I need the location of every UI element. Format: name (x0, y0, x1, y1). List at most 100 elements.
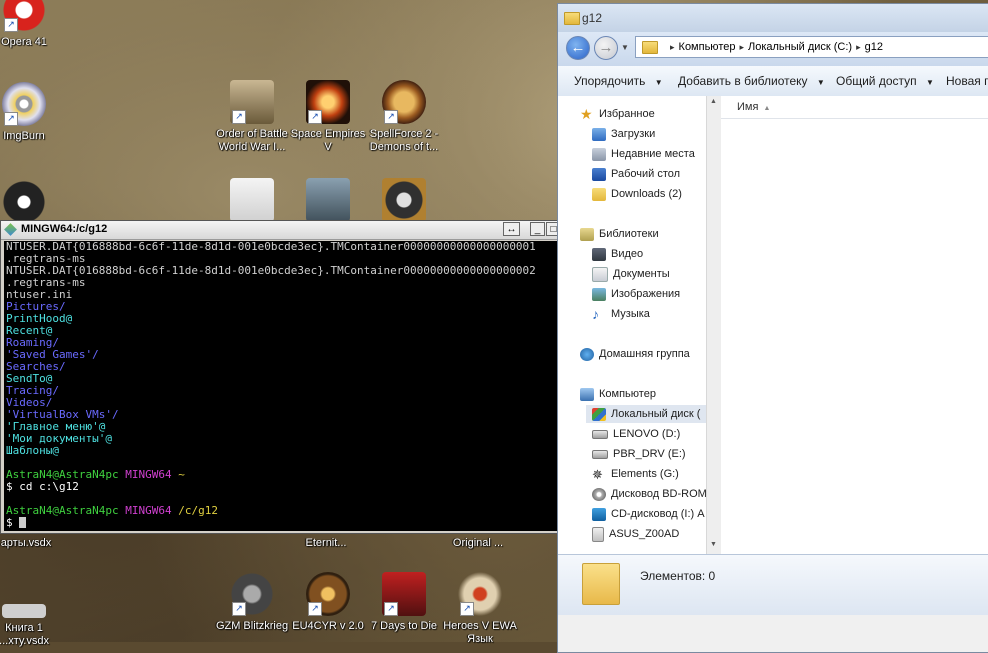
terminal-line: PrintHood@ (4, 313, 566, 325)
terminal-text: /c/g12 (178, 504, 218, 517)
nav-item-label: Музыка (611, 308, 650, 320)
nav-item-label: Недавние места (611, 148, 695, 160)
forward-button[interactable]: → (594, 36, 618, 60)
address-bar[interactable]: ▸ Компьютер ▸ Локальный диск (C:) ▸ g12 (635, 36, 988, 58)
nav-item-drive-d[interactable]: LENOVO (D:) (592, 425, 680, 443)
terminal-output[interactable]: NTUSER.DAT{016888bd-6c6f-11de-8d1d-001e0… (4, 241, 566, 531)
nav-pane-scrollbar[interactable]: ▲ ▼ (706, 96, 722, 554)
breadcrumb-computer[interactable]: Компьютер (679, 41, 736, 53)
windows-drive-icon (592, 407, 606, 421)
desktop-icon-vsdx[interactable]: арты.vsdx (0, 537, 64, 550)
obs-icon (2, 180, 46, 224)
desktop-icon-skull[interactable] (366, 178, 442, 226)
nav-item-drive-e[interactable]: PBR_DRV (E:) (592, 445, 686, 463)
terminal-line: NTUSER.DAT{016888bd-6c6f-11de-8d1d-001e0… (4, 241, 566, 253)
desktop-icon-spellforce[interactable]: ↗ SpellForce 2 - Demons of t... (366, 80, 442, 154)
minimize-button[interactable]: _ (530, 222, 545, 236)
organize-label: Упорядочить (574, 74, 646, 88)
command-bar: Упорядочить ▼ Добавить в библиотеку ▼ Об… (558, 66, 988, 97)
terminal-prompt: AstraN4@AstraN4pc MINGW64 /c/g12 (4, 505, 566, 517)
phone-icon (592, 526, 604, 542)
desktop-icon-kniga[interactable]: Книга 1 ...xту.vsdx (0, 604, 62, 648)
nav-item-label: Загрузки (611, 128, 656, 140)
desktop-icon-eternit[interactable]: Eternit... (288, 537, 364, 550)
nav-item-documents[interactable]: Документы (592, 265, 670, 283)
desktop-icon-order-of-battle[interactable]: ↗ Order of Battle World War I... (214, 80, 290, 154)
libraries-label: Библиотеки (599, 228, 659, 240)
opera-icon: ↗ (2, 0, 46, 32)
resize-icon[interactable]: ↔ (503, 222, 520, 236)
nav-item-drive-c[interactable]: Локальный диск ( (586, 405, 706, 423)
recent-places-icon (592, 147, 606, 161)
nav-item-label: LENOVO (D:) (613, 428, 681, 440)
hard-drive-icon (592, 429, 608, 439)
dropdown-arrow-icon: ▼ (925, 78, 934, 87)
nav-item-label: Рабочий стол (611, 168, 681, 180)
navigation-pane[interactable]: ★ Избранное Загрузки Недавние места Рабоч… (558, 96, 707, 554)
new-folder-button[interactable]: Новая па (946, 74, 988, 88)
nav-item-cd-drive[interactable]: CD-дисковод (I:) A (592, 505, 705, 523)
nav-item-recent-places[interactable]: Недавние места (592, 145, 695, 163)
desktop-icon-label: Original ... (452, 537, 504, 549)
computer-header[interactable]: Компьютер (580, 385, 656, 403)
desktop-icon-original[interactable]: Original ... (440, 537, 516, 550)
terminal-cursor (19, 517, 27, 528)
downloads-folder-icon (592, 127, 606, 141)
breadcrumb-g12[interactable]: g12 (865, 41, 883, 53)
desktop-icon (592, 167, 606, 181)
explorer-window[interactable]: g12 ← → ▼ ▸ Компьютер ▸ Локальный диск (C:)… (557, 3, 988, 653)
nav-item-label: Документы (613, 268, 670, 280)
desktop-icon-imgburn[interactable]: ↗ ImgBurn (0, 82, 62, 143)
disc-icon: ↗ (2, 82, 46, 126)
back-button[interactable]: ← (566, 36, 590, 60)
column-name-label: Имя (737, 101, 759, 113)
nav-item-asus[interactable]: ASUS_Z00AD (592, 525, 679, 543)
desktop-icon-gzm[interactable]: ↗ GZM Blitzkrieg (214, 572, 290, 633)
terminal-text: MINGW64 (125, 504, 172, 517)
nav-item-video[interactable]: Видео (592, 245, 643, 263)
terminal-text: $ (6, 516, 20, 529)
desktop-icon-label: EU4CYR v 2.0 (292, 620, 364, 632)
game-icon: ↗ (382, 80, 426, 124)
file-list[interactable]: Имя ▲ (721, 96, 988, 554)
organize-menu[interactable]: Упорядочить ▼ (574, 74, 663, 88)
nav-item-bd-rom[interactable]: Дисковод BD-ROM (592, 485, 706, 503)
nav-item-drive-g[interactable]: ✵ Elements (G:) (592, 465, 679, 483)
desktop-icon-cards[interactable] (214, 178, 290, 226)
share-menu[interactable]: Общий доступ ▼ (836, 74, 934, 88)
scroll-down-icon[interactable]: ▼ (710, 541, 717, 548)
libraries-header[interactable]: Библиотеки (580, 225, 659, 243)
column-header-name[interactable]: Имя ▲ (721, 96, 988, 119)
favorites-header[interactable]: ★ Избранное (580, 105, 655, 123)
game-icon: ↗ (458, 572, 502, 616)
history-dropdown-icon[interactable]: ▼ (621, 43, 629, 52)
desktop-icon-label: ImgBurn (3, 130, 45, 142)
terminal-window[interactable]: MINGW64:/c/g12 ↔ _ □ ✕ NTUSER.DAT{016888… (0, 220, 584, 534)
desktop-icon-dwarf[interactable] (290, 178, 366, 226)
mingw-icon (4, 223, 17, 236)
nav-item-downloads-2[interactable]: Downloads (2) (592, 185, 682, 203)
nav-item-downloads[interactable]: Загрузки (592, 125, 655, 143)
homegroup-header[interactable]: Домашняя группа (580, 345, 690, 363)
terminal-titlebar[interactable]: MINGW64:/c/g12 ↔ _ □ ✕ (1, 221, 583, 240)
breadcrumb-drive-c[interactable]: Локальный диск (C:) (748, 41, 852, 53)
desktop-icon-heroes[interactable]: ↗ Heroes V EWA Язык (442, 572, 518, 646)
folder-icon (564, 12, 580, 25)
game-icon (306, 178, 350, 222)
nav-item-music[interactable]: ♪ Музыка (592, 305, 650, 323)
desktop-icon-eu4[interactable]: ↗ EU4CYR v 2.0 (290, 572, 366, 633)
add-to-library-menu[interactable]: Добавить в библиотеку ▼ (678, 74, 825, 88)
homegroup-label: Домашняя группа (599, 348, 690, 360)
folder-icon (592, 187, 606, 201)
terminal-line: Searches/ (4, 361, 566, 373)
nav-item-label: Изображения (611, 288, 681, 300)
explorer-titlebar[interactable]: g12 (558, 4, 988, 32)
desktop-icon-7days[interactable]: ↗ 7 Days to Die (366, 572, 442, 633)
terminal-input-line[interactable]: $ (4, 517, 566, 529)
desktop-icon-space-empires[interactable]: ↗ Space Empires V (290, 80, 366, 154)
nav-item-pictures[interactable]: Изображения (592, 285, 680, 303)
nav-item-desktop[interactable]: Рабочий стол (592, 165, 680, 183)
scroll-up-icon[interactable]: ▲ (710, 98, 717, 105)
desktop-icon-opera[interactable]: ↗ Opera 41 (0, 0, 62, 49)
cards-icon (230, 178, 274, 222)
